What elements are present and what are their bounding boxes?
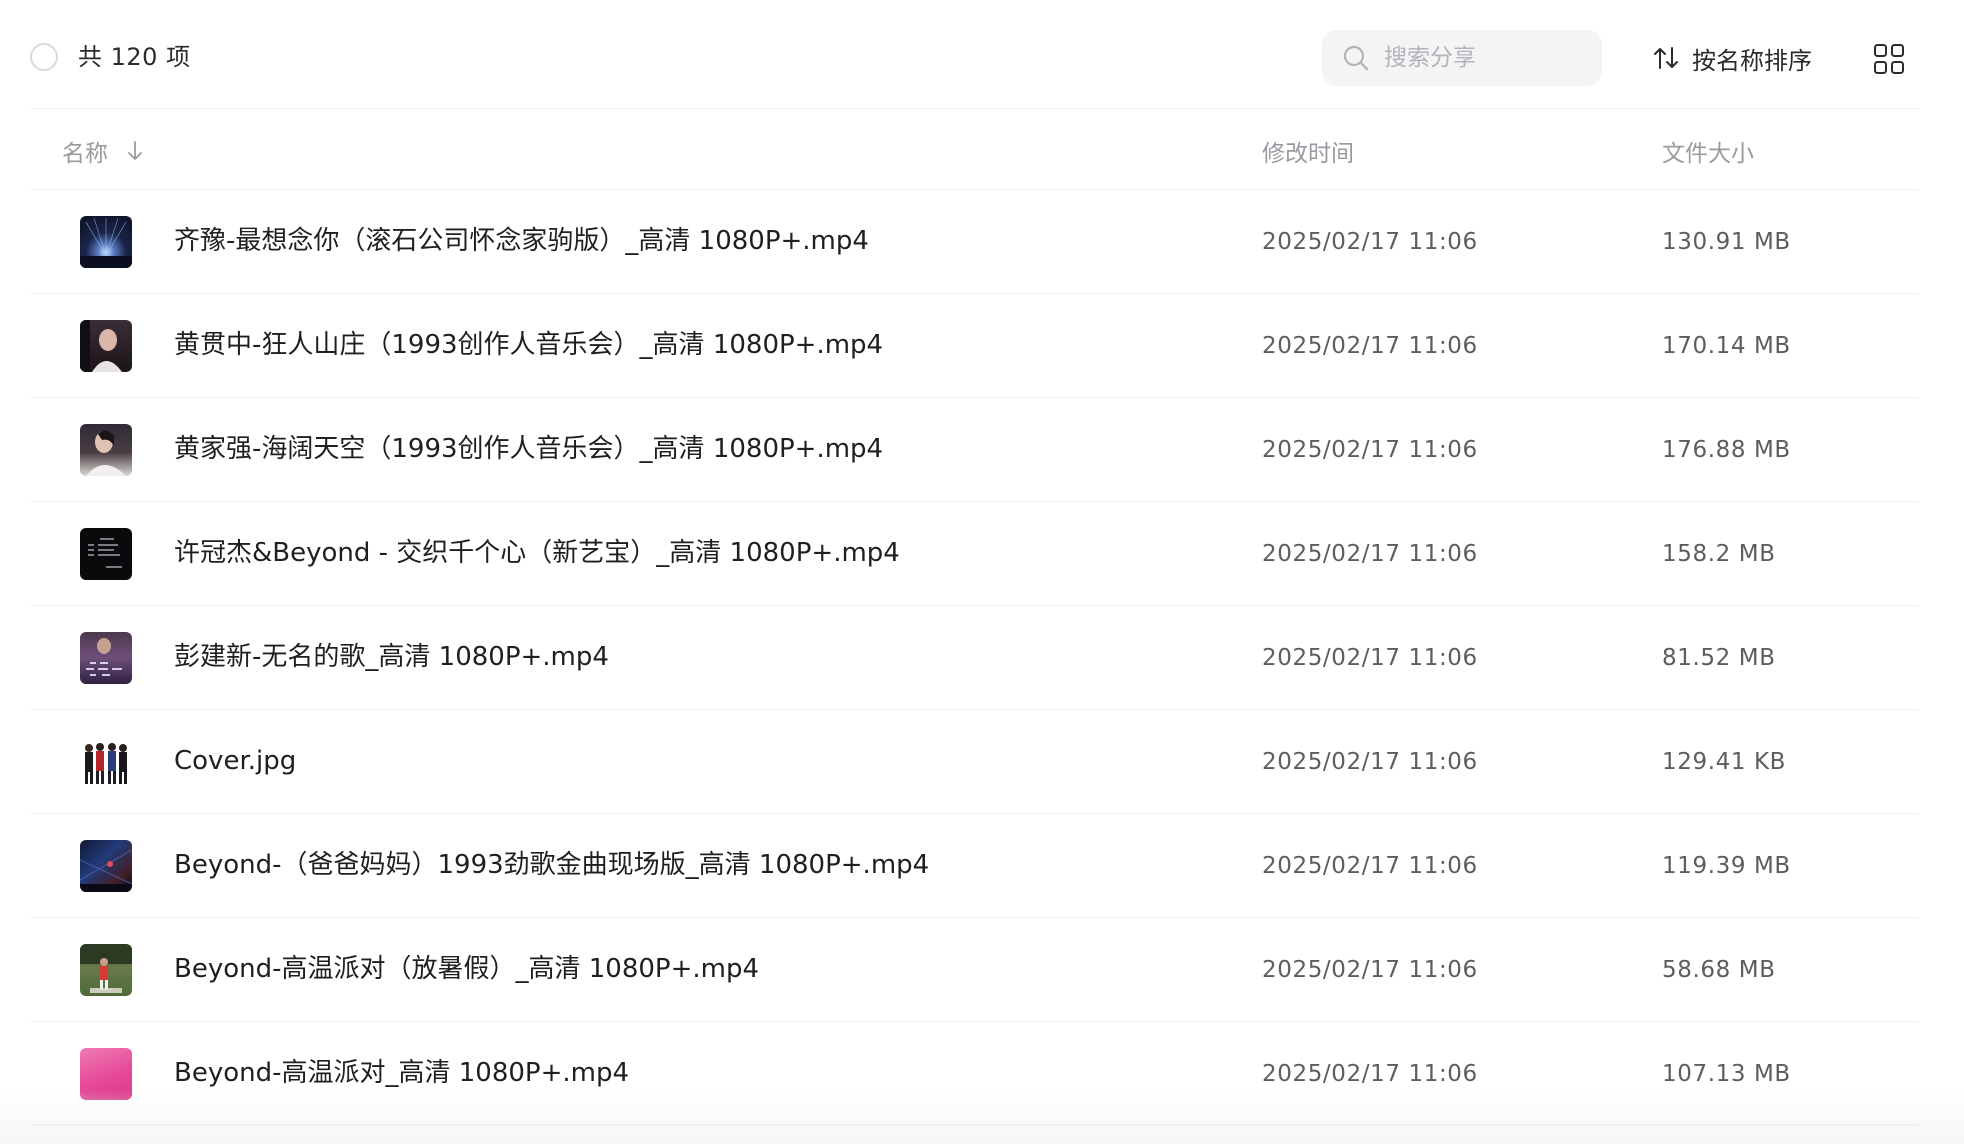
video-thumbnail — [80, 840, 132, 892]
list-header: 名称 修改时间 文件大小 — [30, 110, 1918, 190]
file-name: Beyond-高温派对_高清 1080P+.mp4 — [174, 1058, 630, 1088]
sort-arrows-icon — [1654, 47, 1678, 69]
video-thumbnail — [80, 320, 132, 372]
video-thumbnail — [80, 216, 132, 268]
column-header-modified[interactable]: 修改时间 — [1262, 134, 1354, 168]
file-modified: 2025/02/17 11:06 — [1262, 645, 1478, 671]
file-modified: 2025/02/17 11:06 — [1262, 1061, 1478, 1087]
file-row[interactable]: Cover.jpg 2025/02/17 11:06 129.41 KB — [30, 710, 1918, 814]
file-share-page: 共 120 项 按名称排序 名称 — [0, 0, 1964, 1144]
search-input[interactable] — [1384, 30, 1584, 86]
column-header-size[interactable]: 文件大小 — [1662, 134, 1754, 168]
video-thumbnail — [80, 528, 132, 580]
file-modified: 2025/02/17 11:06 — [1262, 541, 1478, 567]
file-row[interactable]: Beyond-（爸爸妈妈）1993劲歌金曲现场版_高清 1080P+.mp4 2… — [30, 814, 1918, 918]
file-row[interactable]: 彭建新-无名的歌_高清 1080P+.mp4 2025/02/17 11:06 … — [30, 606, 1918, 710]
search-box[interactable] — [1322, 30, 1602, 86]
sort-label: 按名称排序 — [1692, 46, 1812, 75]
file-size: 58.68 MB — [1662, 957, 1776, 983]
file-list: 齐豫-最想念你（滚石公司怀念家驹版）_高清 1080P+.mp4 2025/02… — [30, 190, 1918, 1126]
video-thumbnail — [80, 944, 132, 996]
file-modified: 2025/02/17 11:06 — [1262, 957, 1478, 983]
column-header-name[interactable]: 名称 — [62, 134, 144, 168]
grid-view-icon[interactable] — [1872, 42, 1906, 76]
file-name: 许冠杰&Beyond - 交织千个心（新艺宝）_高清 1080P+.mp4 — [174, 538, 900, 568]
file-row[interactable]: 黄贯中-狂人山庄（1993创作人音乐会）_高清 1080P+.mp4 2025/… — [30, 294, 1918, 398]
file-modified: 2025/02/17 11:06 — [1262, 333, 1478, 359]
file-size: 107.13 MB — [1662, 1061, 1791, 1087]
file-modified: 2025/02/17 11:06 — [1262, 853, 1478, 879]
file-name: 齐豫-最想念你（滚石公司怀念家驹版）_高清 1080P+.mp4 — [174, 226, 869, 256]
bottom-divider — [30, 1124, 1918, 1125]
file-size: 119.39 MB — [1662, 853, 1791, 879]
toolbar-divider — [30, 108, 1918, 109]
file-row[interactable]: 黄家强-海阔天空（1993创作人音乐会）_高清 1080P+.mp4 2025/… — [30, 398, 1918, 502]
sort-button[interactable]: 按名称排序 — [1652, 38, 1812, 78]
video-thumbnail — [80, 632, 132, 684]
file-name: Beyond-高温派对（放暑假）_高清 1080P+.mp4 — [174, 954, 760, 984]
column-name-label: 名称 — [62, 141, 108, 167]
bottom-fade — [0, 1090, 1964, 1144]
file-name: 黄贯中-狂人山庄（1993创作人音乐会）_高清 1080P+.mp4 — [174, 330, 884, 360]
file-name: 彭建新-无名的歌_高清 1080P+.mp4 — [174, 642, 609, 672]
file-name: Cover.jpg — [174, 746, 297, 776]
file-row[interactable]: 齐豫-最想念你（滚石公司怀念家驹版）_高清 1080P+.mp4 2025/02… — [30, 190, 1918, 294]
item-count: 共 120 项 — [78, 43, 191, 71]
file-size: 129.41 KB — [1662, 749, 1787, 775]
file-row[interactable]: 许冠杰&Beyond - 交织千个心（新艺宝）_高清 1080P+.mp4 20… — [30, 502, 1918, 606]
image-thumbnail — [80, 736, 132, 788]
file-modified: 2025/02/17 11:06 — [1262, 437, 1478, 463]
file-modified: 2025/02/17 11:06 — [1262, 229, 1478, 255]
select-all-checkbox[interactable] — [30, 43, 58, 71]
file-name: 黄家强-海阔天空（1993创作人音乐会）_高清 1080P+.mp4 — [174, 434, 884, 464]
video-thumbnail — [80, 424, 132, 476]
file-size: 176.88 MB — [1662, 437, 1791, 463]
arrow-down-icon — [128, 141, 142, 160]
file-size: 170.14 MB — [1662, 333, 1791, 359]
file-name: Beyond-（爸爸妈妈）1993劲歌金曲现场版_高清 1080P+.mp4 — [174, 850, 930, 880]
file-row[interactable]: Beyond-高温派对（放暑假）_高清 1080P+.mp4 2025/02/1… — [30, 918, 1918, 1022]
toolbar: 共 120 项 按名称排序 — [0, 0, 1964, 110]
search-icon — [1343, 45, 1369, 71]
file-size: 158.2 MB — [1662, 541, 1776, 567]
file-modified: 2025/02/17 11:06 — [1262, 749, 1478, 775]
file-size: 130.91 MB — [1662, 229, 1791, 255]
file-size: 81.52 MB — [1662, 645, 1776, 671]
